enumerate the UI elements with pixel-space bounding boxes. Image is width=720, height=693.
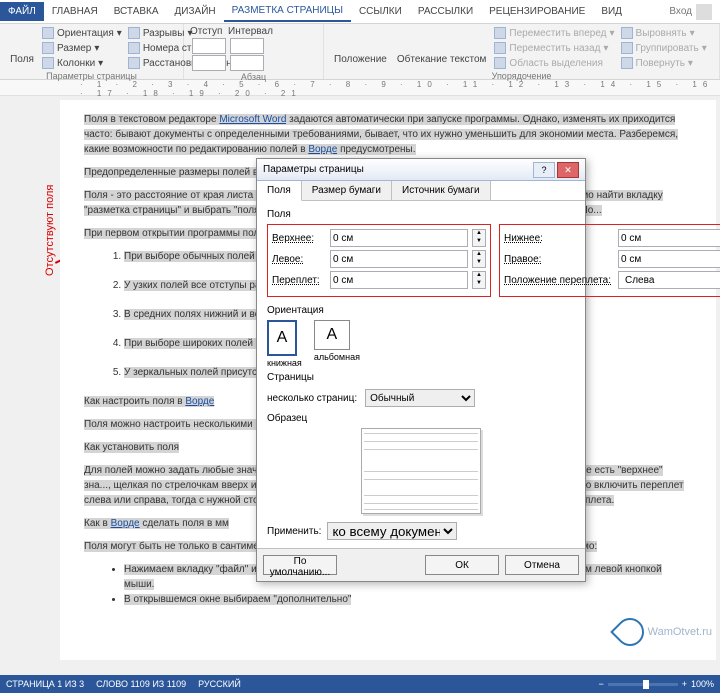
page-setup-dialog: Параметры страницы ? ✕ Поля Размер бумаг…	[256, 158, 586, 582]
margins-button[interactable]: Поля	[6, 26, 38, 67]
margin-bottom-input[interactable]	[618, 229, 720, 247]
group-icon	[621, 42, 633, 54]
margin-left-input[interactable]	[330, 250, 468, 268]
size-button[interactable]: Размер ▾	[40, 41, 124, 55]
margin-top-input[interactable]	[330, 229, 468, 247]
margins-icon	[10, 28, 34, 52]
send-backward-button: Переместить назад ▾	[492, 41, 616, 55]
tab-page-layout[interactable]: РАЗМЕТКА СТРАНИЦЫ	[224, 1, 351, 22]
spin-button[interactable]: ▲▼	[472, 229, 486, 247]
link-word-2[interactable]: Ворде	[185, 396, 214, 407]
sample-preview	[361, 428, 481, 514]
ruler: · 1 · 2 · 3 · 4 · 5 · 6 · 7 · 8 · 9 · 10…	[0, 80, 720, 96]
selection-pane-button: Область выделения	[492, 56, 616, 70]
bring-forward-button: Переместить вперед ▾	[492, 26, 616, 40]
orientation-icon	[42, 27, 54, 39]
position-icon	[348, 28, 372, 52]
indent-left-input[interactable]	[190, 38, 226, 54]
status-bar: СТРАНИЦА 1 ИЗ 3 СЛОВО 1109 ИЗ 1109 РУССК…	[0, 675, 720, 693]
indent-label: Отступ	[190, 26, 226, 37]
tab-home[interactable]: ГЛАВНАЯ	[44, 2, 106, 21]
spacing-before-input[interactable]	[228, 38, 273, 54]
rotate-icon	[621, 57, 633, 69]
apply-to-select[interactable]: ко всему документу	[327, 522, 457, 540]
indent-right-input[interactable]	[190, 55, 226, 71]
gutter-input[interactable]	[330, 271, 468, 289]
rotate-button: Повернуть ▾	[619, 56, 709, 70]
dialog-titlebar[interactable]: Параметры страницы ? ✕	[257, 159, 585, 181]
zoom-slider[interactable]	[608, 683, 678, 686]
ok-button[interactable]: ОК	[425, 555, 499, 575]
sign-in[interactable]: Вход	[661, 0, 720, 24]
dialog-help-button[interactable]: ?	[533, 162, 555, 178]
multiple-pages-select[interactable]: Обычный	[365, 389, 475, 407]
zoom-in-button[interactable]: +	[682, 679, 687, 689]
forward-icon	[494, 27, 506, 39]
tab-review[interactable]: РЕЦЕНЗИРОВАНИЕ	[481, 2, 593, 21]
lineno-icon	[128, 42, 140, 54]
position-button[interactable]: Положение	[330, 26, 391, 67]
breaks-icon	[128, 27, 140, 39]
backward-icon	[494, 42, 506, 54]
group-button: Группировать ▾	[619, 41, 709, 55]
dialog-tabs: Поля Размер бумаги Источник бумаги	[257, 181, 585, 201]
margins-left-group: Верхнее:▲▼ Левое:▲▼ Переплет:▲▼	[267, 224, 491, 297]
ribbon: Поля Ориентация ▾ Размер ▾ Колонки ▾ Раз…	[0, 24, 720, 80]
columns-button[interactable]: Колонки ▾	[40, 56, 124, 70]
ribbon-tabs: ФАЙЛ ГЛАВНАЯ ВСТАВКА ДИЗАЙН РАЗМЕТКА СТР…	[0, 0, 720, 24]
spacing-after-input[interactable]	[228, 55, 273, 71]
dialog-tab-margins[interactable]: Поля	[257, 181, 302, 201]
spin-button[interactable]: ▲▼	[472, 250, 486, 268]
align-button: Выровнять ▾	[619, 26, 709, 40]
status-page[interactable]: СТРАНИЦА 1 ИЗ 3	[6, 679, 84, 689]
columns-icon	[42, 57, 54, 69]
tab-file[interactable]: ФАЙЛ	[0, 2, 44, 21]
portrait-icon: A	[267, 320, 297, 356]
dialog-tab-layout[interactable]: Источник бумаги	[392, 181, 491, 200]
watermark-logo-icon	[610, 612, 650, 652]
orientation-portrait[interactable]: Aкнижная	[267, 320, 302, 368]
zoom-level[interactable]: 100%	[691, 679, 714, 689]
status-word-count[interactable]: СЛОВО 1109 ИЗ 1109	[96, 679, 186, 689]
spacing-label: Интервал	[228, 26, 273, 37]
list-item: В открывшемся окне выбираем "дополнитель…	[124, 592, 692, 607]
selpane-icon	[494, 57, 506, 69]
tab-design[interactable]: ДИЗАЙН	[167, 2, 224, 21]
status-language[interactable]: РУССКИЙ	[198, 679, 241, 689]
wrap-text-button[interactable]: Обтекание текстом	[393, 26, 491, 67]
link-word-3[interactable]: Ворде	[111, 518, 140, 529]
link-word-1[interactable]: Ворде	[308, 144, 337, 155]
tab-mailings[interactable]: РАССЫЛКИ	[410, 2, 481, 21]
tab-view[interactable]: ВИД	[593, 2, 630, 21]
set-default-button[interactable]: По умолчанию...	[263, 555, 337, 575]
cancel-button[interactable]: Отмена	[505, 555, 579, 575]
dialog-title: Параметры страницы	[263, 164, 533, 175]
margin-right-input[interactable]	[618, 250, 720, 268]
spin-button[interactable]: ▲▼	[472, 271, 486, 289]
margins-right-group: Нижнее:▲▼ Правое:▲▼ Положение переплета:…	[499, 224, 720, 297]
sample-label: Образец	[267, 413, 575, 424]
size-icon	[42, 42, 54, 54]
dialog-close-button[interactable]: ✕	[557, 162, 579, 178]
orientation-label: Ориентация	[267, 305, 575, 316]
align-icon	[621, 27, 633, 39]
link-ms-word[interactable]: Microsoft Word	[219, 114, 286, 125]
orientation-button[interactable]: Ориентация ▾	[40, 26, 124, 40]
hyphen-icon	[128, 57, 140, 69]
zoom-out-button[interactable]: −	[598, 679, 603, 689]
orientation-landscape[interactable]: Aальбомная	[314, 320, 360, 368]
dialog-tab-paper[interactable]: Размер бумаги	[302, 181, 392, 200]
gutter-position-select[interactable]: Слева	[618, 271, 720, 289]
tab-insert[interactable]: ВСТАВКА	[106, 2, 167, 21]
wrap-icon	[430, 28, 454, 52]
pages-label: Страницы	[267, 372, 575, 383]
tab-references[interactable]: ССЫЛКИ	[351, 2, 410, 21]
margins-section-label: Поля	[267, 209, 575, 220]
landscape-icon: A	[314, 320, 350, 350]
watermark: WamOtvet.ru	[616, 618, 712, 646]
avatar-icon	[696, 4, 712, 20]
